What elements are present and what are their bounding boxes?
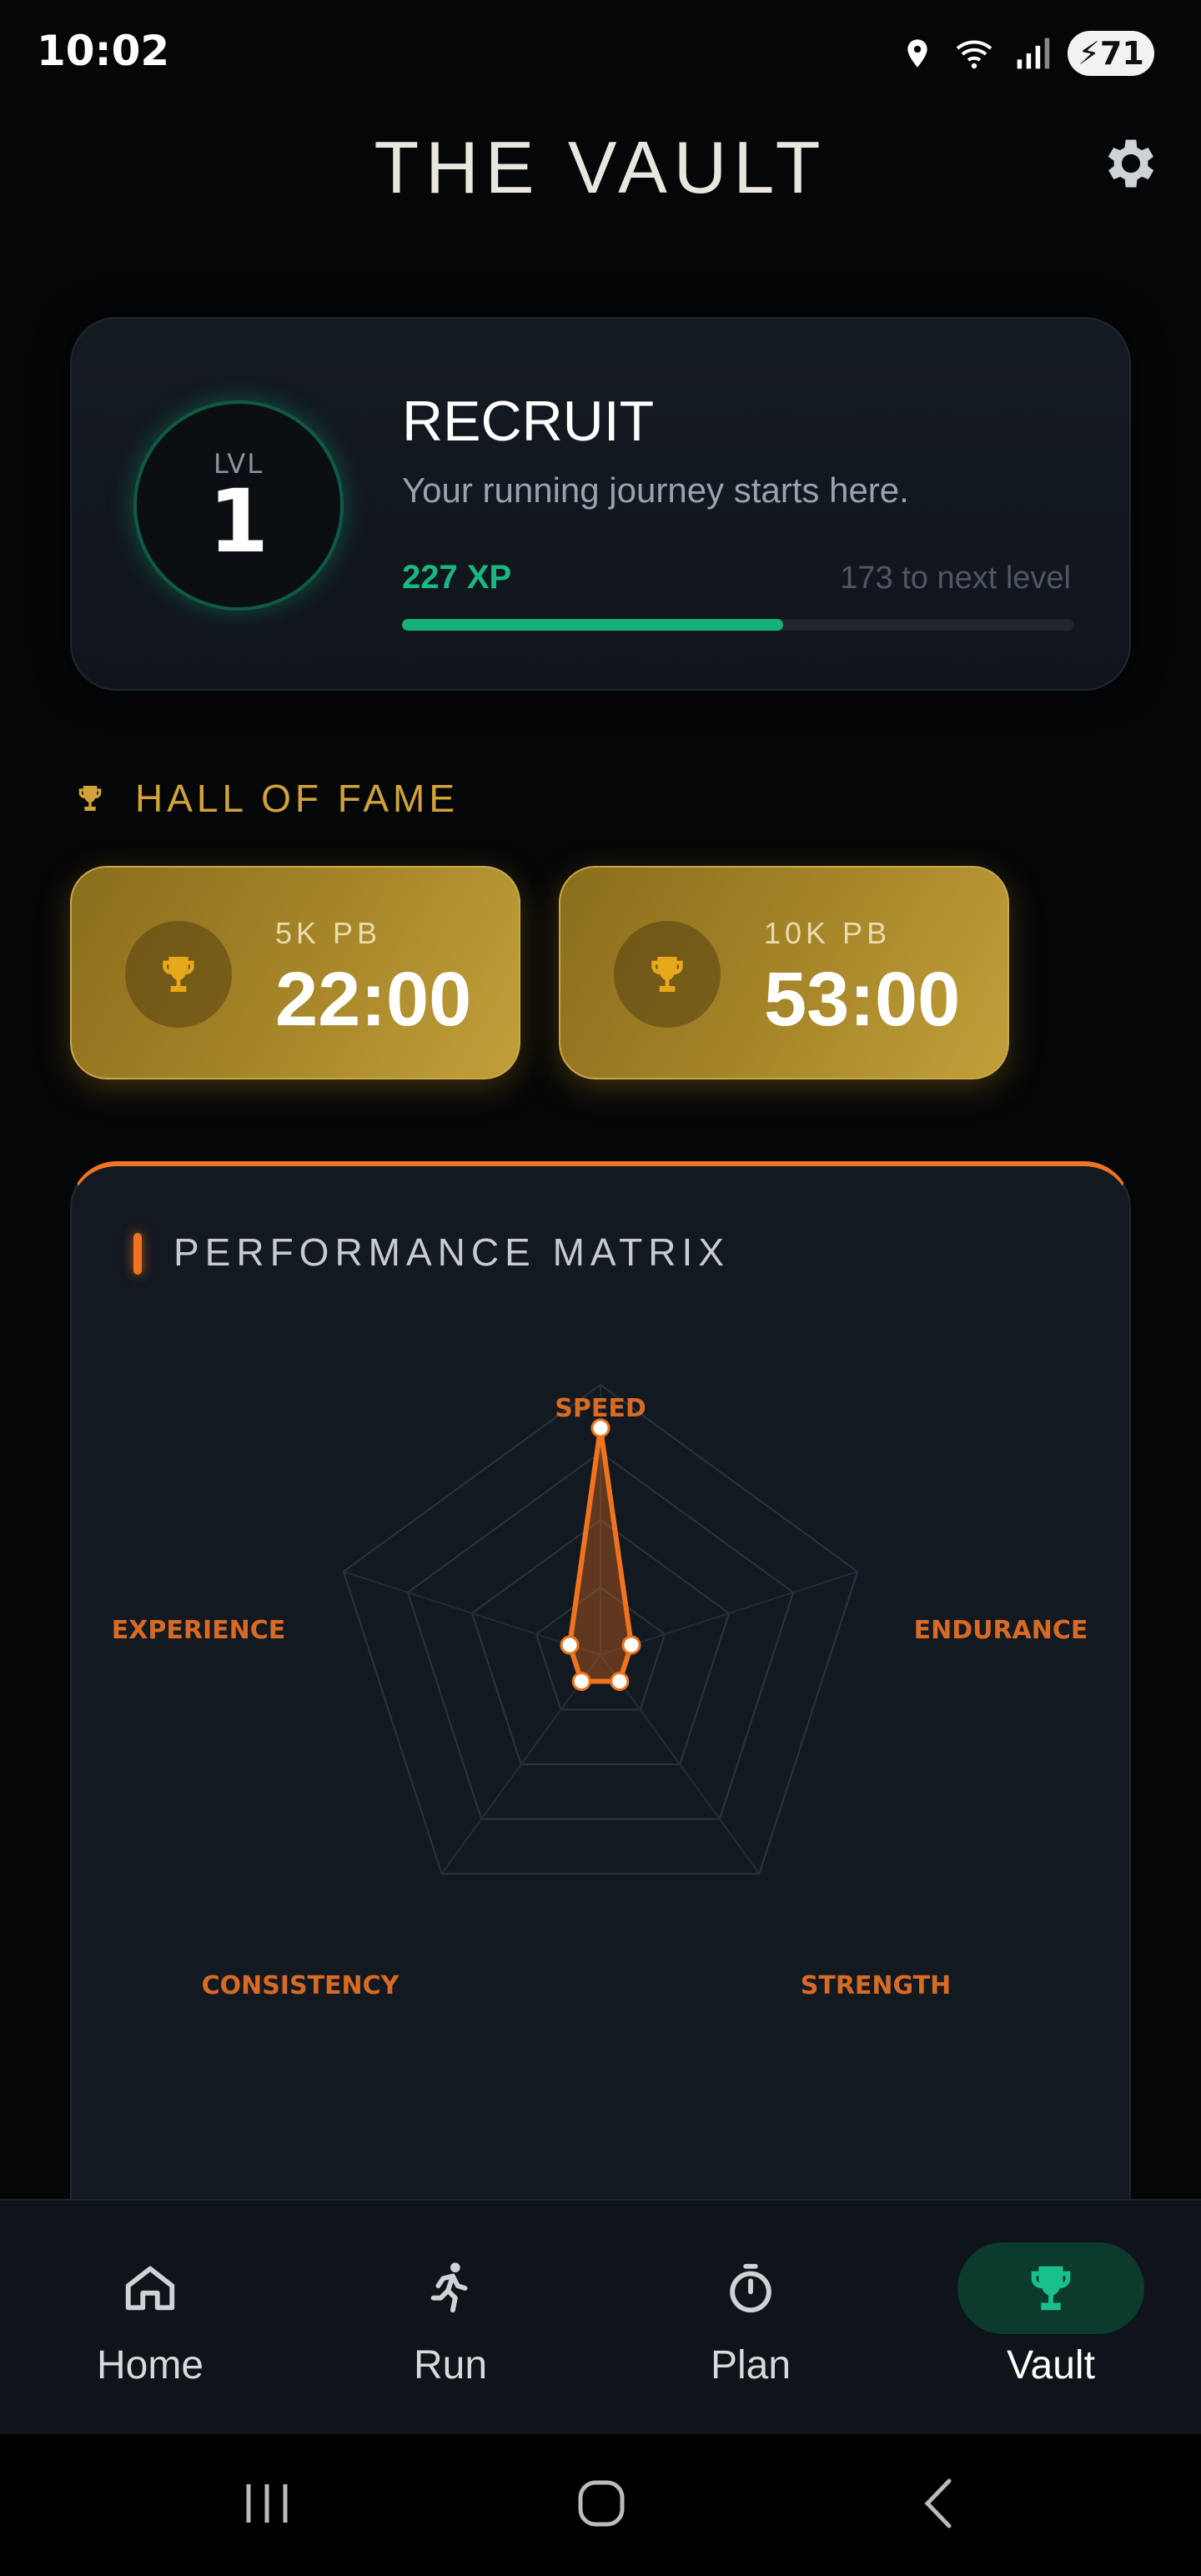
level-card: LVL 1 RECRUIT Your running journey start… [70, 317, 1131, 691]
radar-label-endurance: ENDURANCE [914, 1616, 1088, 1645]
system-navigation-bar [0, 2434, 1201, 2576]
location-icon [907, 39, 927, 68]
rank-title: RECRUIT [402, 390, 655, 453]
battery-indicator: ⚡ 71 [1068, 31, 1154, 76]
pb-label: 5K PB [275, 916, 382, 950]
xp-value: 227 XP [402, 559, 512, 596]
performance-title: PERFORMANCE MATRIX [173, 1230, 730, 1274]
radar-point-strength [610, 1671, 630, 1691]
home-system-icon[interactable] [572, 2474, 631, 2533]
wifi-icon [956, 40, 992, 69]
charging-icon: ⚡ [1078, 35, 1100, 72]
status-icons: ⚡ 71 [901, 30, 1154, 77]
radar-label-strength: STRENGTH [801, 1971, 951, 2000]
nav-plan[interactable]: Plan [600, 2201, 901, 2436]
radar-label-consistency: CONSISTENCY [202, 1971, 400, 2000]
home-icon [125, 2266, 175, 2311]
trophy-icon [78, 786, 102, 811]
nav-label: Plan [710, 2343, 791, 2387]
radar-data [560, 1418, 641, 1691]
trophy-icon [1031, 2266, 1071, 2311]
hall-of-fame-header: HALL OF FAME [73, 776, 459, 821]
bottom-navigation: Home Run Plan Vault [0, 2199, 1201, 2434]
status-time: 10:02 [37, 27, 170, 75]
pb-value: 53:00 [764, 957, 961, 1042]
nav-home[interactable]: Home [0, 2201, 300, 2436]
nav-label: Vault [1007, 2343, 1095, 2387]
pb-card-10k[interactable]: 10K PB 53:00 [559, 866, 1009, 1079]
gear-icon[interactable] [1099, 132, 1163, 195]
nav-label: Run [413, 2343, 488, 2387]
nav-label: Home [96, 2343, 204, 2387]
radar-point-endurance [621, 1635, 641, 1655]
trophy-icon [651, 957, 683, 992]
rank-subtitle: Your running journey starts here. [402, 470, 909, 510]
signal-icon [1017, 38, 1050, 69]
radar-point-consistency [571, 1671, 591, 1691]
xp-progress-bar [402, 619, 1074, 631]
radar-label-experience: EXPERIENCE [112, 1616, 285, 1645]
radar-point-experience [560, 1635, 580, 1655]
page-title: THE VAULT [374, 126, 827, 209]
level-value: 1 [208, 470, 269, 572]
trophy-icon [163, 957, 194, 992]
recent-apps-icon[interactable] [242, 2474, 292, 2533]
hall-of-fame-title: HALL OF FAME [135, 777, 460, 820]
pb-badge [125, 921, 232, 1028]
nav-run[interactable]: Run [300, 2201, 600, 2436]
performance-radar-chart: SPEED ENDURANCE STRENGTH CONSISTENCY EXPERIE… [112, 1383, 1088, 2000]
back-icon[interactable] [914, 2474, 964, 2533]
xp-to-next: 173 to next level [840, 561, 1071, 596]
pb-badge [614, 921, 721, 1028]
pb-card-5k[interactable]: 5K PB 22:00 [70, 866, 520, 1079]
pb-label: 10K PB [764, 916, 892, 950]
level-badge: LVL 1 [133, 400, 344, 611]
performance-accent-bar [133, 1233, 142, 1275]
runner-icon [430, 2262, 468, 2313]
xp-progress-fill [402, 619, 783, 631]
pb-value: 22:00 [275, 957, 472, 1042]
stopwatch-icon [730, 2263, 771, 2313]
nav-vault[interactable]: Vault [901, 2201, 1201, 2436]
radar-label-speed: SPEED [555, 1394, 646, 1423]
